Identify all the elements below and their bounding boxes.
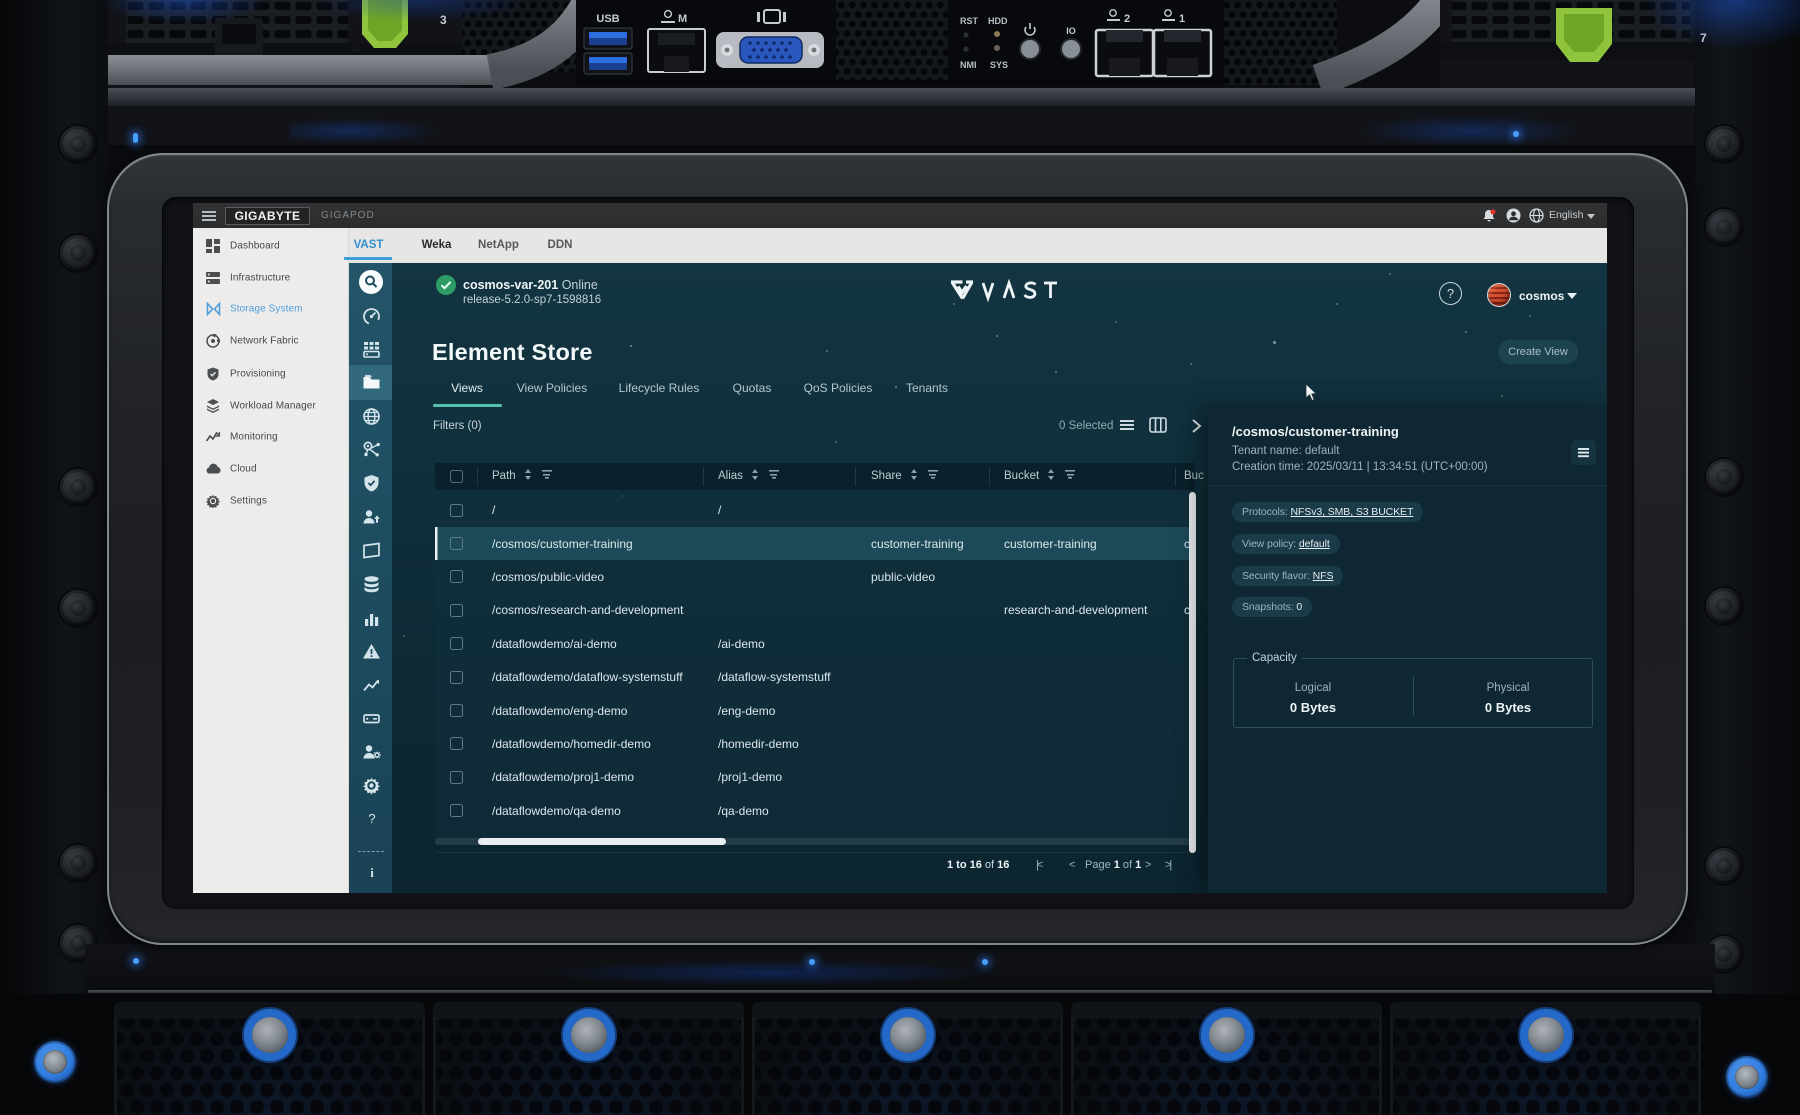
- svg-text:HDD: HDD: [988, 16, 1008, 26]
- svg-text:IO: IO: [1066, 26, 1076, 36]
- svg-text:1: 1: [1179, 13, 1185, 25]
- svg-text:2: 2: [1124, 13, 1130, 25]
- svg-text:NMI: NMI: [960, 60, 977, 70]
- svg-text:SYS: SYS: [990, 60, 1008, 70]
- svg-text:M: M: [678, 13, 687, 25]
- svg-text:RST: RST: [960, 16, 979, 26]
- svg-text:USB: USB: [596, 13, 619, 25]
